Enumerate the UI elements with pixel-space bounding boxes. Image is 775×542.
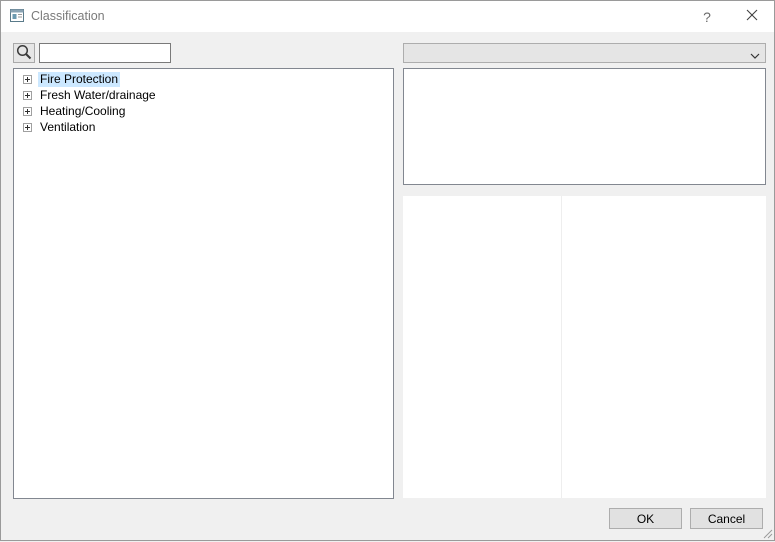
close-button[interactable] <box>738 1 766 32</box>
title-bar: Classification ? <box>1 1 774 32</box>
classification-dialog: Classification ? Fire Protection Fresh W… <box>0 0 775 541</box>
close-icon <box>746 9 758 24</box>
tree-item-label: Fire Protection <box>38 71 121 87</box>
property-name-column <box>403 196 561 498</box>
property-value-column <box>562 196 766 498</box>
plus-box-icon[interactable] <box>23 90 32 100</box>
tree-item-ventilation[interactable]: Ventilation <box>23 119 97 135</box>
chevron-down-icon <box>750 49 760 59</box>
ok-button[interactable]: OK <box>609 508 682 529</box>
plus-box-icon[interactable] <box>23 74 32 84</box>
app-window-icon <box>10 9 24 22</box>
tree-item-heating-cooling[interactable]: Heating/Cooling <box>23 103 127 119</box>
description-box <box>403 68 766 185</box>
help-label: ? <box>703 8 711 25</box>
tree-item-fire-protection[interactable]: Fire Protection <box>23 71 121 87</box>
search-icon <box>16 44 32 63</box>
help-button[interactable]: ? <box>694 1 720 32</box>
tree-item-label: Fresh Water/drainage <box>40 87 156 102</box>
classification-combo[interactable] <box>403 43 766 63</box>
window-title: Classification <box>31 9 105 23</box>
plus-box-icon[interactable] <box>23 106 32 116</box>
plus-box-icon[interactable] <box>23 122 32 132</box>
classification-tree[interactable]: Fire Protection Fresh Water/drainage Hea… <box>13 68 394 499</box>
resize-grip-icon[interactable] <box>761 527 773 539</box>
tree-item-fresh-water-drainage[interactable]: Fresh Water/drainage <box>23 87 158 103</box>
cancel-button[interactable]: Cancel <box>690 508 763 529</box>
tree-item-label: Heating/Cooling <box>40 103 126 118</box>
search-button[interactable] <box>13 43 35 63</box>
tree-item-label: Ventilation <box>40 119 96 134</box>
search-input[interactable] <box>39 43 171 63</box>
